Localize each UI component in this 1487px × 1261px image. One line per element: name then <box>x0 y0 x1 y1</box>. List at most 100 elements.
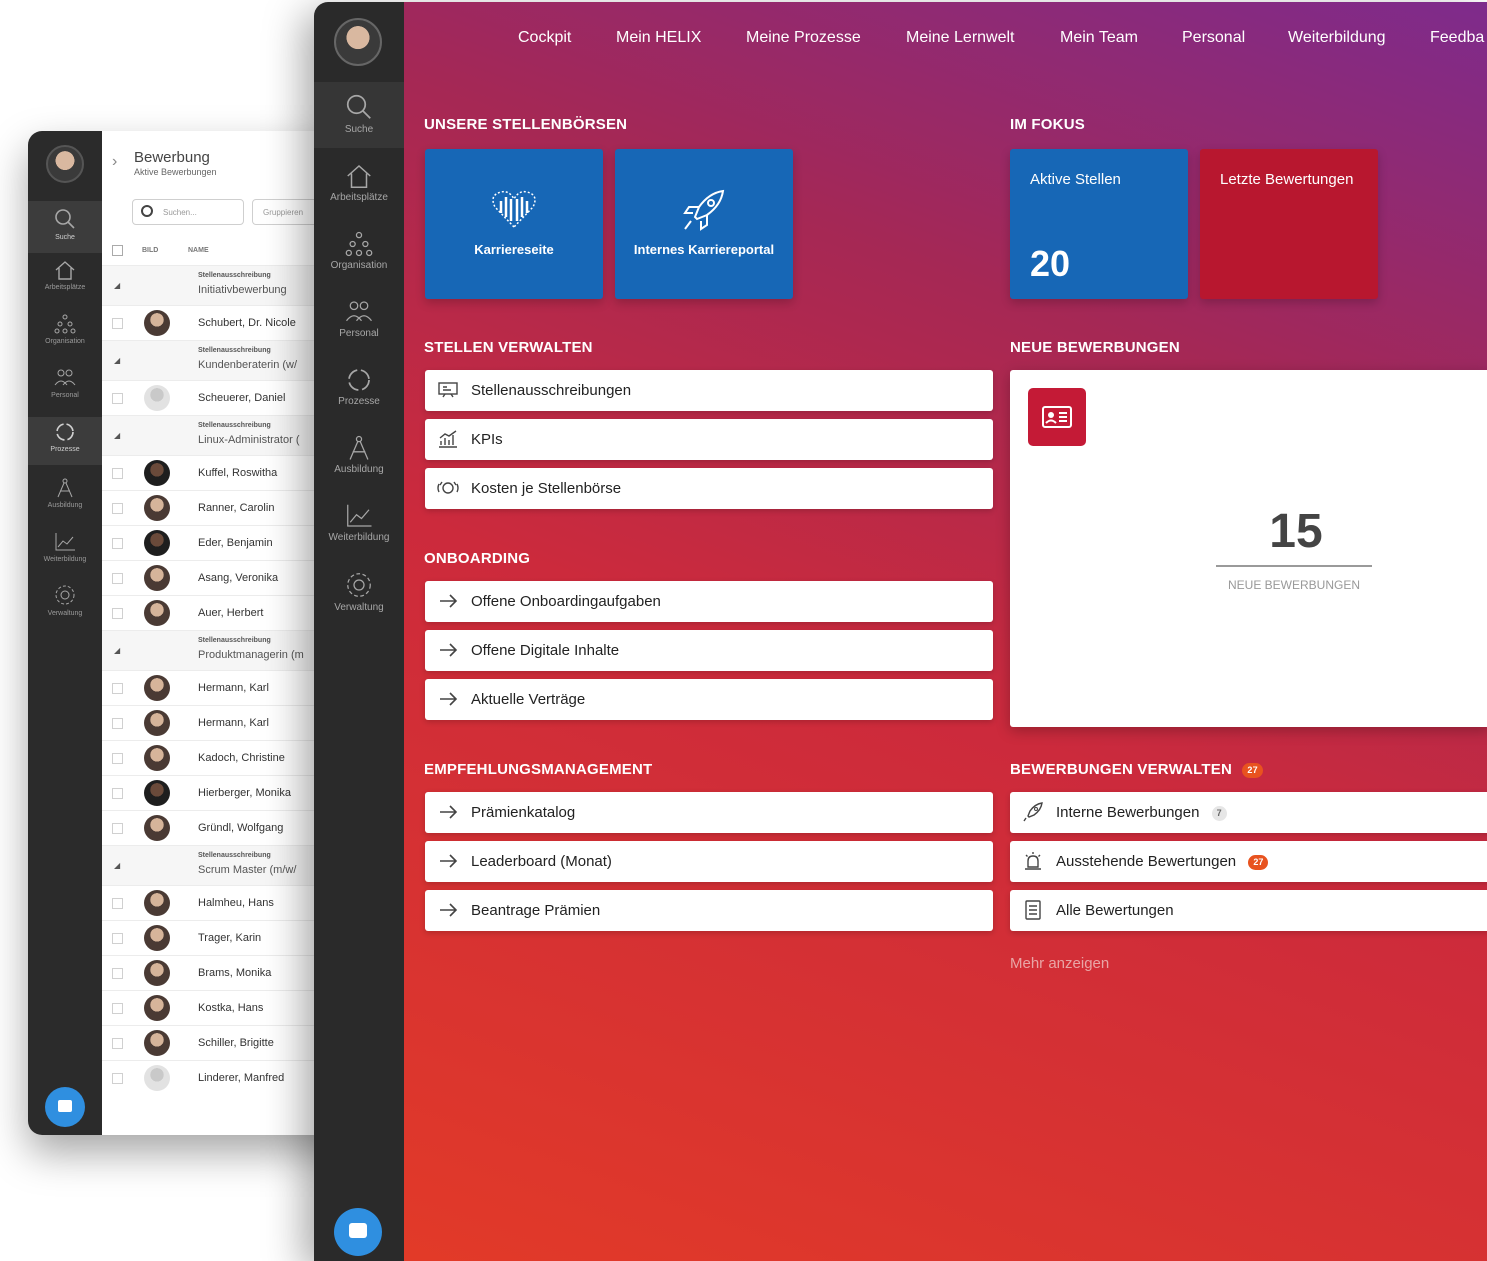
row-checkbox[interactable] <box>112 468 123 479</box>
row-checkbox[interactable] <box>112 538 123 549</box>
row-checkbox[interactable] <box>112 1073 123 1084</box>
front-rail-verwaltung[interactable]: Verwaltung <box>314 570 404 613</box>
avatar <box>144 530 170 556</box>
back-search-input[interactable]: Suchen... <box>132 199 244 225</box>
back-subtitle[interactable]: Aktive Bewerbungen <box>134 167 217 177</box>
front-user-avatar[interactable] <box>334 18 382 66</box>
row-checkbox[interactable] <box>112 1038 123 1049</box>
link-alle-bewertungen[interactable]: Alle Bewertungen <box>1010 890 1487 931</box>
column-bild[interactable]: BILD <box>142 247 158 254</box>
select-all-checkbox[interactable] <box>112 245 123 256</box>
avatar <box>144 710 170 736</box>
back-rail-prozesse[interactable]: Prozesse <box>28 417 102 465</box>
front-chat-button[interactable] <box>334 1208 382 1256</box>
chevron-right-icon[interactable]: › <box>112 153 117 171</box>
row-checkbox[interactable] <box>112 608 123 619</box>
person-name: Linderer, Manfred <box>198 1072 285 1084</box>
row-checkbox[interactable] <box>112 503 123 514</box>
tile-karriereseite[interactable]: Karriereseite <box>425 149 603 299</box>
avatar <box>144 780 170 806</box>
section-title-text: BEWERBUNGEN VERWALTEN <box>1010 761 1232 778</box>
tile-aktive-stellen[interactable]: Aktive Stellen 20 <box>1010 149 1188 299</box>
rail-label: Ausbildung <box>47 502 83 509</box>
column-name[interactable]: NAME <box>188 247 209 254</box>
mehr-anzeigen-link[interactable]: Mehr anzeigen <box>1010 955 1109 972</box>
person-name: Ranner, Carolin <box>198 502 275 514</box>
row-checkbox[interactable] <box>112 823 123 834</box>
row-checkbox[interactable] <box>112 968 123 979</box>
neue-bewerbungen-card[interactable]: 15 NEUE BEWERBUNGEN <box>1010 370 1487 727</box>
front-rail-weiterbildung[interactable]: Weiterbildung <box>314 502 404 543</box>
row-checkbox[interactable] <box>112 573 123 584</box>
back-chat-button[interactable] <box>45 1087 85 1127</box>
nav-mein-helix[interactable]: Mein HELIX <box>616 29 701 47</box>
nav-feedback[interactable]: Feedba <box>1430 29 1484 47</box>
group-type: Stellenausschreibung <box>198 637 271 644</box>
row-checkbox[interactable] <box>112 1003 123 1014</box>
link-aktuelle-vertraege[interactable]: Aktuelle Verträge <box>425 679 993 720</box>
count-badge: 27 <box>1248 854 1269 870</box>
person-name: Schubert, Dr. Nicole <box>198 317 296 329</box>
front-rail-ausbildung[interactable]: Ausbildung <box>314 434 404 475</box>
avatar <box>144 565 170 591</box>
link-beantrage-praemien[interactable]: Beantrage Prämien <box>425 890 993 931</box>
row-checkbox[interactable] <box>112 683 123 694</box>
kpi-chart-icon <box>439 430 457 448</box>
nav-meine-prozesse[interactable]: Meine Prozesse <box>746 29 861 47</box>
tile-internes-karriereportal[interactable]: Internes Karriereportal <box>615 149 793 299</box>
back-user-avatar[interactable] <box>46 145 84 183</box>
rail-label: Ausbildung <box>334 464 384 475</box>
coins-icon <box>437 481 459 494</box>
nav-cockpit[interactable]: Cockpit <box>518 29 571 47</box>
back-rail-ausbildung[interactable]: Ausbildung <box>28 477 102 509</box>
row-checkbox[interactable] <box>112 318 123 329</box>
row-checkbox[interactable] <box>112 718 123 729</box>
back-rail-verwaltung[interactable]: Verwaltung <box>28 583 102 617</box>
link-leaderboard[interactable]: Leaderboard (Monat) <box>425 841 993 882</box>
row-checkbox[interactable] <box>112 933 123 944</box>
link-offene-onboardingaufgaben[interactable]: Offene Onboardingaufgaben <box>425 581 993 622</box>
front-sidebar: Suche Arbeitsplätze Organisation Persona… <box>314 2 404 1261</box>
rail-label: Verwaltung <box>47 610 83 617</box>
nav-weiterbildung[interactable]: Weiterbildung <box>1288 29 1386 47</box>
front-rail-arbeitsplaetze[interactable]: Arbeitsplätze <box>314 162 404 203</box>
link-interne-bewerbungen[interactable]: Interne Bewerbungen 7 <box>1010 792 1487 833</box>
back-rail-suche[interactable]: Suche <box>28 201 102 253</box>
section-title-stellen-verwalten: STELLEN VERWALTEN <box>424 339 593 356</box>
link-label: Beantrage Prämien <box>471 902 601 919</box>
nav-meine-lernwelt[interactable]: Meine Lernwelt <box>906 29 1015 47</box>
row-checkbox[interactable] <box>112 788 123 799</box>
link-ausstehende-bewertungen[interactable]: Ausstehende Bewertungen 27 <box>1010 841 1487 882</box>
alarm-icon <box>1025 852 1041 870</box>
group-type: Stellenausschreibung <box>198 347 271 354</box>
compass-icon <box>349 435 369 460</box>
person-name: Scheuerer, Daniel <box>198 392 286 404</box>
back-rail-weiterbildung[interactable]: Weiterbildung <box>28 531 102 563</box>
back-rail-organisation[interactable]: Organisation <box>28 313 102 345</box>
row-checkbox[interactable] <box>112 753 123 764</box>
link-stellenausschreibungen[interactable]: Stellenausschreibungen <box>425 370 993 411</box>
link-kosten-je-stellenboerse[interactable]: Kosten je Stellenbörse <box>425 468 993 509</box>
front-window: Suche Arbeitsplätze Organisation Persona… <box>314 2 1487 1261</box>
front-rail-organisation[interactable]: Organisation <box>314 230 404 271</box>
tile-letzte-bewertungen[interactable]: Letzte Bewertungen <box>1200 149 1378 299</box>
nav-personal[interactable]: Personal <box>1182 29 1245 47</box>
nav-mein-team[interactable]: Mein Team <box>1060 29 1138 47</box>
front-rail-suche[interactable]: Suche <box>314 82 404 148</box>
link-praemienkatalog[interactable]: Prämienkatalog <box>425 792 993 833</box>
expand-triangle-icon[interactable]: ◢ <box>114 281 120 290</box>
expand-triangle-icon[interactable]: ◢ <box>114 861 120 870</box>
back-rail-arbeitsplaetze[interactable]: Arbeitsplätze <box>28 259 102 291</box>
avatar <box>144 995 170 1021</box>
expand-triangle-icon[interactable]: ◢ <box>114 646 120 655</box>
row-checkbox[interactable] <box>112 898 123 909</box>
group-title: Linux-Administrator ( <box>198 434 300 446</box>
expand-triangle-icon[interactable]: ◢ <box>114 431 120 440</box>
front-rail-prozesse[interactable]: Prozesse <box>314 366 404 407</box>
row-checkbox[interactable] <box>112 393 123 404</box>
link-kpis[interactable]: KPIs <box>425 419 993 460</box>
link-offene-digitale-inhalte[interactable]: Offene Digitale Inhalte <box>425 630 993 671</box>
back-rail-personal[interactable]: Personal <box>28 367 102 399</box>
expand-triangle-icon[interactable]: ◢ <box>114 356 120 365</box>
front-rail-personal[interactable]: Personal <box>314 298 404 339</box>
